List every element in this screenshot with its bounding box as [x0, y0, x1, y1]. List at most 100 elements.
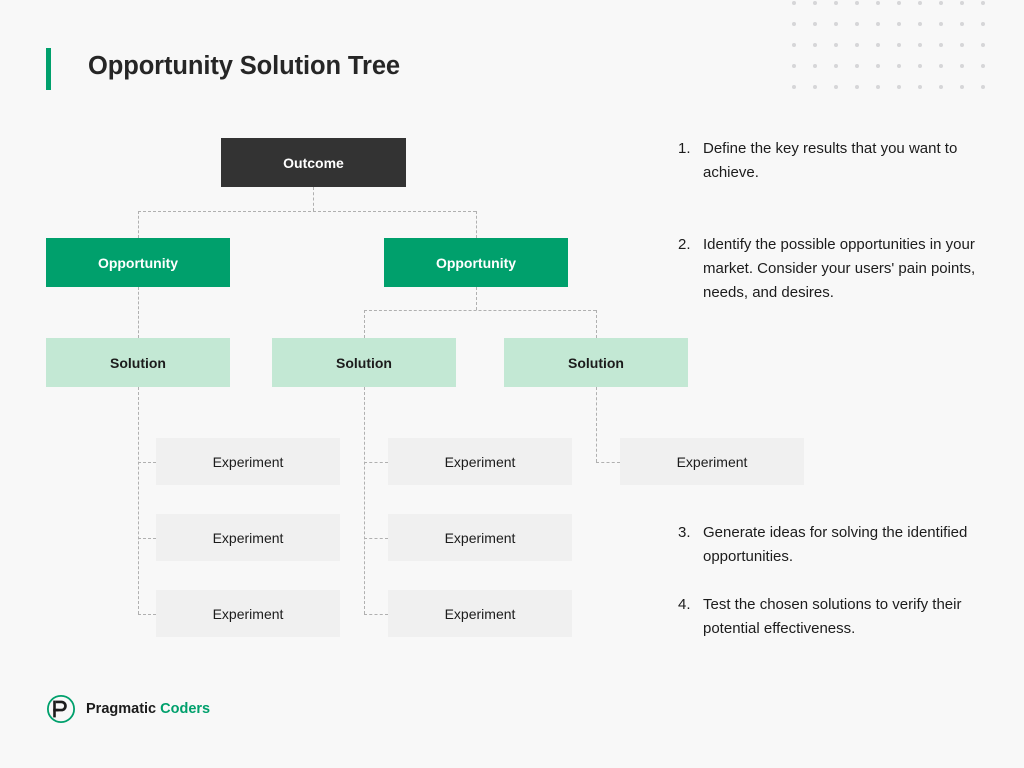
connector-solution-2-to-experiment-2 — [364, 538, 388, 539]
grid-dot — [939, 64, 943, 68]
grid-dot — [792, 64, 796, 68]
dot-grid-decoration — [792, 1, 992, 97]
connector-opportunity-2-stem — [476, 287, 477, 310]
node-solution-2-label: Solution — [336, 354, 392, 371]
grid-dot — [792, 85, 796, 89]
connector-opportunity-2-to-solution-2 — [364, 310, 365, 338]
connector-solution-3-spine — [596, 387, 597, 462]
grid-dot — [813, 22, 817, 26]
brand-word-pragmatic: Pragmatic — [86, 701, 157, 717]
connector-solution-3-to-experiment-1 — [596, 462, 620, 463]
grid-dot — [939, 43, 943, 47]
node-experiment-2-1-label: Experiment — [444, 453, 516, 470]
connector-solution-2-to-experiment-1 — [364, 462, 388, 463]
grid-dot — [981, 43, 985, 47]
grid-dot — [981, 85, 985, 89]
node-experiment-2-1[interactable]: Experiment — [388, 438, 572, 485]
grid-dot — [981, 22, 985, 26]
step-2-number: 2. — [678, 236, 691, 253]
node-opportunity-2-label: Opportunity — [435, 254, 517, 271]
step-item-1: 1. Define the key results that you want … — [678, 137, 978, 185]
grid-dot — [939, 85, 943, 89]
grid-dot — [792, 22, 796, 26]
node-solution-3-label: Solution — [568, 354, 624, 371]
grid-dot — [855, 43, 859, 47]
connector-solution-1-to-experiment-3 — [138, 614, 156, 615]
page-title: Opportunity Solution Tree — [88, 52, 400, 80]
grid-dot — [855, 1, 859, 5]
grid-dot — [876, 43, 880, 47]
grid-dot — [834, 85, 838, 89]
grid-dot — [960, 85, 964, 89]
step-item-4: 4. Test the chosen solutions to verify t… — [678, 593, 978, 641]
node-solution-3[interactable]: Solution — [504, 338, 688, 387]
grid-dot — [855, 22, 859, 26]
grid-dot — [939, 1, 943, 5]
grid-dot — [834, 64, 838, 68]
grid-dot — [876, 1, 880, 5]
grid-dot — [813, 43, 817, 47]
grid-dot — [813, 1, 817, 5]
node-experiment-1-3[interactable]: Experiment — [156, 590, 340, 637]
pragmatic-coders-p-icon — [46, 694, 76, 724]
grid-dot — [876, 64, 880, 68]
grid-dot — [813, 64, 817, 68]
connector-solution-2-spine — [364, 387, 365, 614]
node-solution-1[interactable]: Solution — [46, 338, 230, 387]
node-solution-2[interactable]: Solution — [272, 338, 456, 387]
step-item-2: 2. Identify the possible opportunities i… — [678, 233, 978, 305]
connector-solution-2-to-experiment-3 — [364, 614, 388, 615]
node-outcome-label: Outcome — [283, 154, 344, 171]
grid-dot — [897, 85, 901, 89]
grid-dot — [960, 64, 964, 68]
grid-dot — [834, 1, 838, 5]
step-item-3: 3. Generate ideas for solving the identi… — [678, 521, 978, 569]
grid-dot — [960, 22, 964, 26]
grid-dot — [834, 43, 838, 47]
node-outcome[interactable]: Outcome — [221, 138, 406, 187]
connector-outcome-stem — [313, 187, 314, 211]
node-experiment-2-2[interactable]: Experiment — [388, 514, 572, 561]
grid-dot — [897, 43, 901, 47]
node-experiment-1-2[interactable]: Experiment — [156, 514, 340, 561]
step-4-number: 4. — [678, 596, 691, 613]
step-1-text: Define the key results that you want to … — [703, 140, 958, 181]
connector-outcome-to-opportunity-2 — [476, 211, 477, 238]
grid-dot — [897, 22, 901, 26]
connector-opportunity-2-bar — [364, 310, 596, 311]
grid-dot — [876, 22, 880, 26]
brand-logo-text: Pragmatic Coders — [86, 701, 210, 717]
node-experiment-1-3-label: Experiment — [212, 605, 284, 622]
node-experiment-2-3[interactable]: Experiment — [388, 590, 572, 637]
grid-dot — [960, 1, 964, 5]
node-experiment-1-2-label: Experiment — [212, 529, 284, 546]
node-experiment-1-1-label: Experiment — [212, 453, 284, 470]
grid-dot — [981, 1, 985, 5]
node-experiment-1-1[interactable]: Experiment — [156, 438, 340, 485]
node-opportunity-1[interactable]: Opportunity — [46, 238, 230, 287]
brand-word-coders: Coders — [160, 701, 211, 717]
step-1-number: 1. — [678, 140, 691, 157]
step-3-text: Generate ideas for solving the identifie… — [703, 524, 968, 565]
brand-logo[interactable]: Pragmatic Coders — [46, 694, 210, 724]
diagram-canvas: Opportunity Solution Tree Outcome Opport… — [0, 0, 1024, 768]
node-experiment-3-1[interactable]: Experiment — [620, 438, 804, 485]
node-experiment-2-3-label: Experiment — [444, 605, 516, 622]
step-3-number: 3. — [678, 524, 691, 541]
node-opportunity-2[interactable]: Opportunity — [384, 238, 568, 287]
connector-solution-1-to-experiment-2 — [138, 538, 156, 539]
step-4-text: Test the chosen solutions to verify thei… — [703, 596, 962, 637]
grid-dot — [897, 64, 901, 68]
grid-dot — [918, 1, 922, 5]
step-2-text: Identify the possible opportunities in y… — [703, 236, 976, 301]
connector-solution-1-spine — [138, 387, 139, 614]
grid-dot — [939, 22, 943, 26]
node-experiment-2-2-label: Experiment — [444, 529, 516, 546]
connector-opportunity-1-to-solution-1 — [138, 287, 139, 338]
grid-dot — [855, 64, 859, 68]
connector-outcome-bar — [138, 211, 476, 212]
grid-dot — [960, 43, 964, 47]
grid-dot — [792, 1, 796, 5]
node-opportunity-1-label: Opportunity — [97, 254, 179, 271]
title-accent-bar — [46, 48, 51, 90]
